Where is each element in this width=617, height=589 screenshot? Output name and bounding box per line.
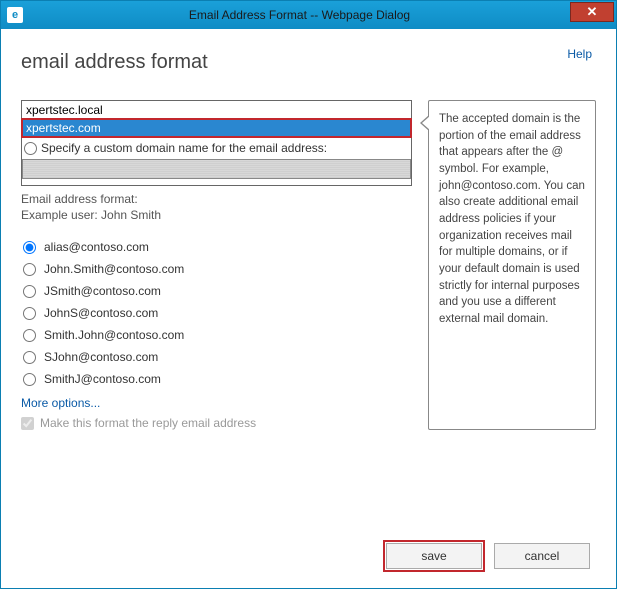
dialog-footer: save cancel — [1, 538, 616, 588]
help-link[interactable]: Help — [567, 47, 592, 61]
domain-option-com[interactable]: xpertstec.com — [22, 119, 411, 137]
format-label: Smith.John@contoso.com — [44, 328, 184, 342]
format-label: John.Smith@contoso.com — [44, 262, 184, 276]
reply-label: Make this format the reply email address — [40, 416, 256, 430]
reply-address-row: Make this format the reply email address — [21, 416, 412, 430]
reply-checkbox[interactable] — [21, 417, 34, 430]
format-label: alias@contoso.com — [44, 240, 149, 254]
format-label: JohnS@contoso.com — [44, 306, 158, 320]
format-option[interactable]: Smith.John@contoso.com — [21, 324, 412, 346]
format-label: JSmith@contoso.com — [44, 284, 161, 298]
format-label: SmithJ@contoso.com — [44, 372, 161, 386]
window-title: Email Address Format -- Webpage Dialog — [29, 8, 570, 22]
save-button[interactable]: save — [386, 543, 482, 569]
format-radio[interactable] — [23, 241, 36, 254]
format-radio[interactable] — [23, 263, 36, 276]
format-radio[interactable] — [23, 351, 36, 364]
format-option[interactable]: SJohn@contoso.com — [21, 346, 412, 368]
format-option[interactable]: JohnS@contoso.com — [21, 302, 412, 324]
domain-listbox[interactable]: xpertstec.local xpertstec.com Specify a … — [21, 100, 412, 186]
format-option[interactable]: JSmith@contoso.com — [21, 280, 412, 302]
format-radio[interactable] — [23, 307, 36, 320]
format-radio[interactable] — [23, 329, 36, 342]
format-option[interactable]: SmithJ@contoso.com — [21, 368, 412, 390]
format-option[interactable]: alias@contoso.com — [21, 236, 412, 258]
dialog-window: e Email Address Format -- Webpage Dialog… — [0, 0, 617, 589]
titlebar: e Email Address Format -- Webpage Dialog… — [1, 1, 616, 29]
page-title: email address format — [21, 51, 596, 74]
custom-domain-label: Specify a custom domain name for the ema… — [41, 141, 327, 155]
cancel-button[interactable]: cancel — [494, 543, 590, 569]
format-label: SJohn@contoso.com — [44, 350, 158, 364]
app-icon: e — [7, 7, 23, 23]
format-radio[interactable] — [23, 373, 36, 386]
custom-domain-radio[interactable] — [24, 142, 37, 155]
close-icon: ✕ — [587, 4, 598, 20]
custom-domain-row: Specify a custom domain name for the ema… — [22, 137, 411, 159]
custom-domain-input[interactable] — [22, 159, 411, 179]
format-list: alias@contoso.com John.Smith@contoso.com… — [21, 236, 412, 390]
close-button[interactable]: ✕ — [570, 2, 614, 22]
more-options-link[interactable]: More options... — [21, 396, 412, 410]
example-user-label: Example user: John Smith — [21, 208, 412, 222]
tooltip-text: The accepted domain is the portion of th… — [439, 113, 585, 325]
format-radio[interactable] — [23, 285, 36, 298]
help-tooltip: The accepted domain is the portion of th… — [428, 100, 596, 430]
format-heading: Email address format: — [21, 192, 412, 206]
format-option[interactable]: John.Smith@contoso.com — [21, 258, 412, 280]
domain-option-local[interactable]: xpertstec.local — [22, 101, 411, 119]
content-area: Help email address format xpertstec.loca… — [1, 29, 616, 538]
